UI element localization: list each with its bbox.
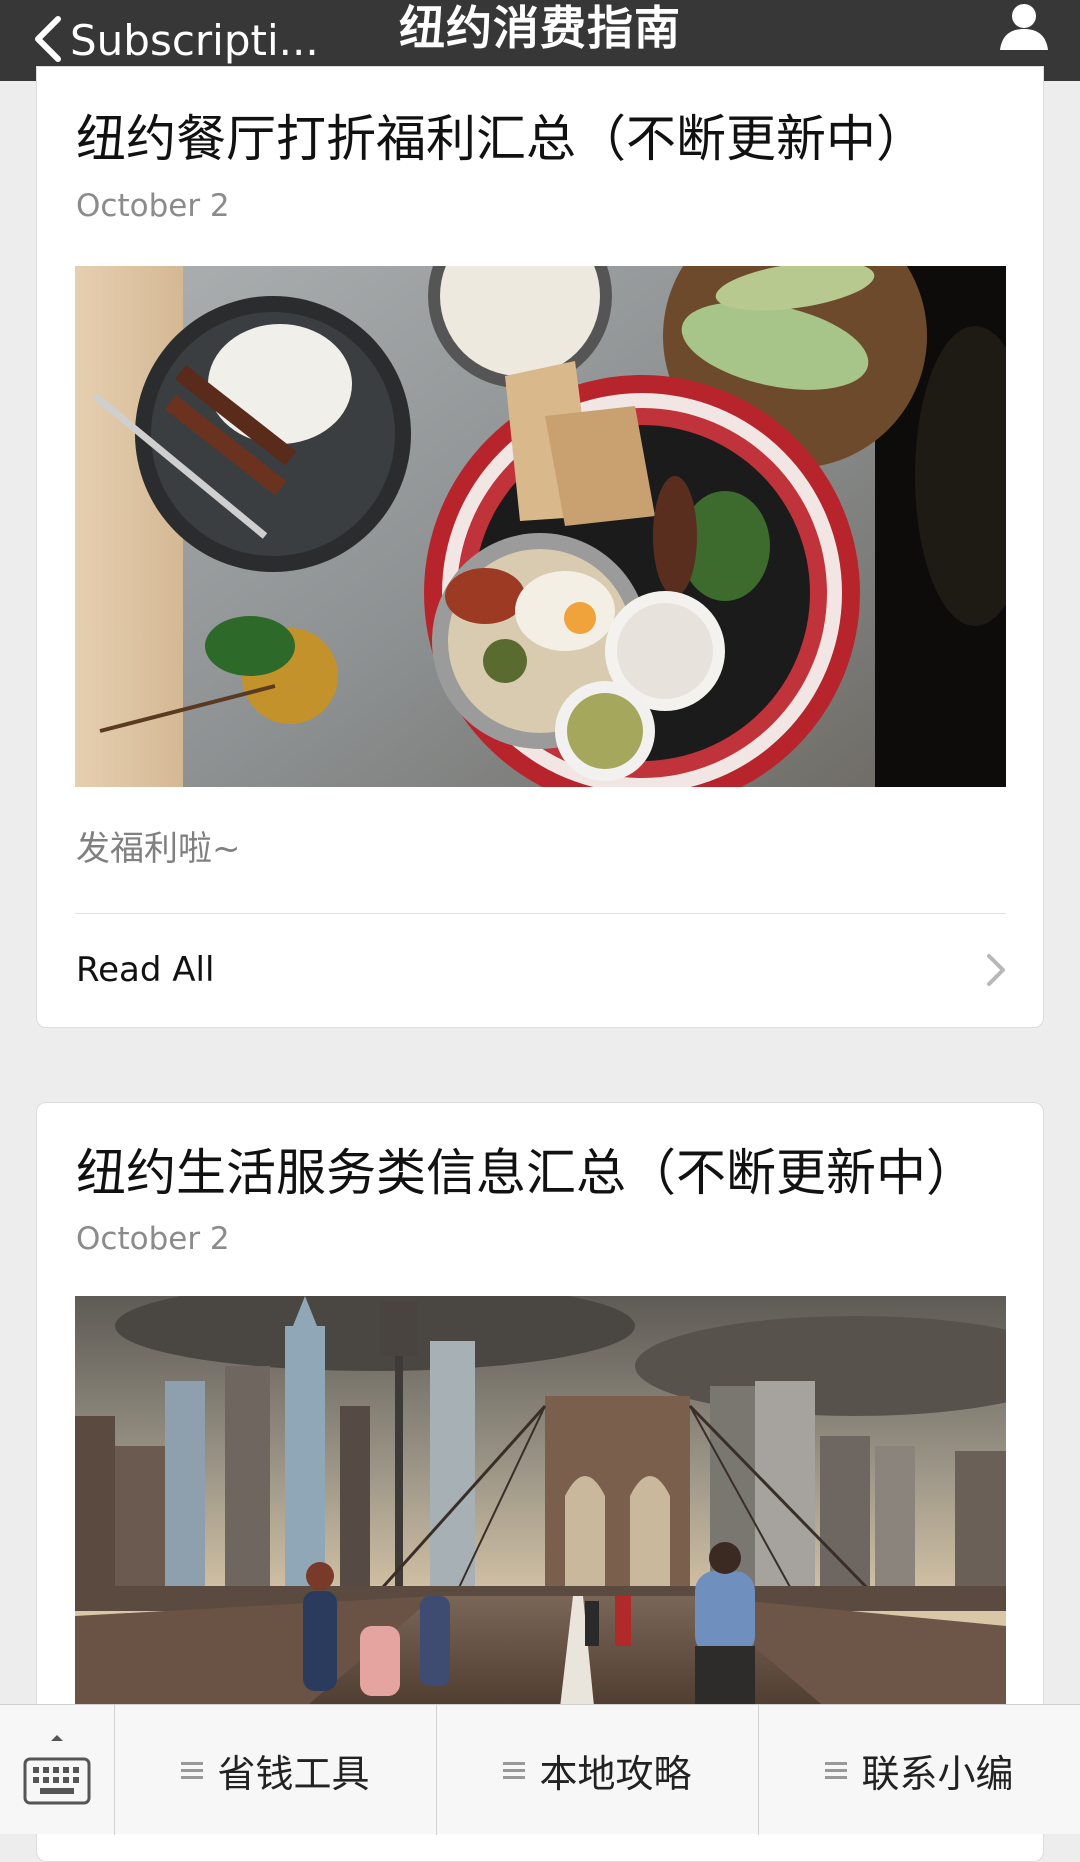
article-card[interactable]: 纽约餐厅打折福利汇总（不断更新中） October 2 发福利啦~ Read A… (36, 66, 1044, 1028)
menu-item-contact-editor[interactable]: 联系小编 (758, 1705, 1080, 1835)
person-icon (1000, 4, 1048, 50)
menu-item-money-saving-tools[interactable]: 省钱工具 (114, 1705, 436, 1835)
article-title[interactable]: 纽约餐厅打折福利汇总（不断更新中） (76, 107, 926, 171)
read-all-label: Read All (76, 950, 215, 990)
food-photo-icon (75, 266, 1006, 787)
chevron-right-icon (987, 954, 1005, 986)
chevron-left-icon (35, 15, 61, 62)
back-label: Subscripti... (70, 16, 319, 65)
read-all-link[interactable]: Read All (37, 914, 1043, 1026)
article-cover-image[interactable] (75, 1296, 1006, 1716)
menu-lines-icon (181, 1762, 204, 1779)
article-date: October 2 (76, 1221, 230, 1257)
keyboard-toggle-button[interactable] (0, 1705, 114, 1835)
menu-label: 省钱工具 (217, 1751, 370, 1796)
menu-lines-icon (825, 1762, 848, 1779)
article-summary: 发福利啦~ (76, 829, 241, 869)
menu-lines-icon (503, 1762, 526, 1779)
menu-label: 本地攻略 (539, 1751, 692, 1796)
article-title[interactable]: 纽约生活服务类信息汇总（不断更新中） (76, 1141, 976, 1205)
menu-item-local-guides[interactable]: 本地攻略 (436, 1705, 758, 1835)
keyboard-icon (23, 1735, 91, 1805)
menu-label: 联系小编 (861, 1751, 1014, 1796)
bottom-menu-bar: 省钱工具 本地攻略 联系小编 (0, 1704, 1080, 1835)
brooklyn-bridge-photo-icon (75, 1296, 1006, 1716)
article-cover-image[interactable] (75, 266, 1006, 787)
article-date: October 2 (76, 188, 230, 224)
profile-button[interactable] (996, 0, 1052, 56)
